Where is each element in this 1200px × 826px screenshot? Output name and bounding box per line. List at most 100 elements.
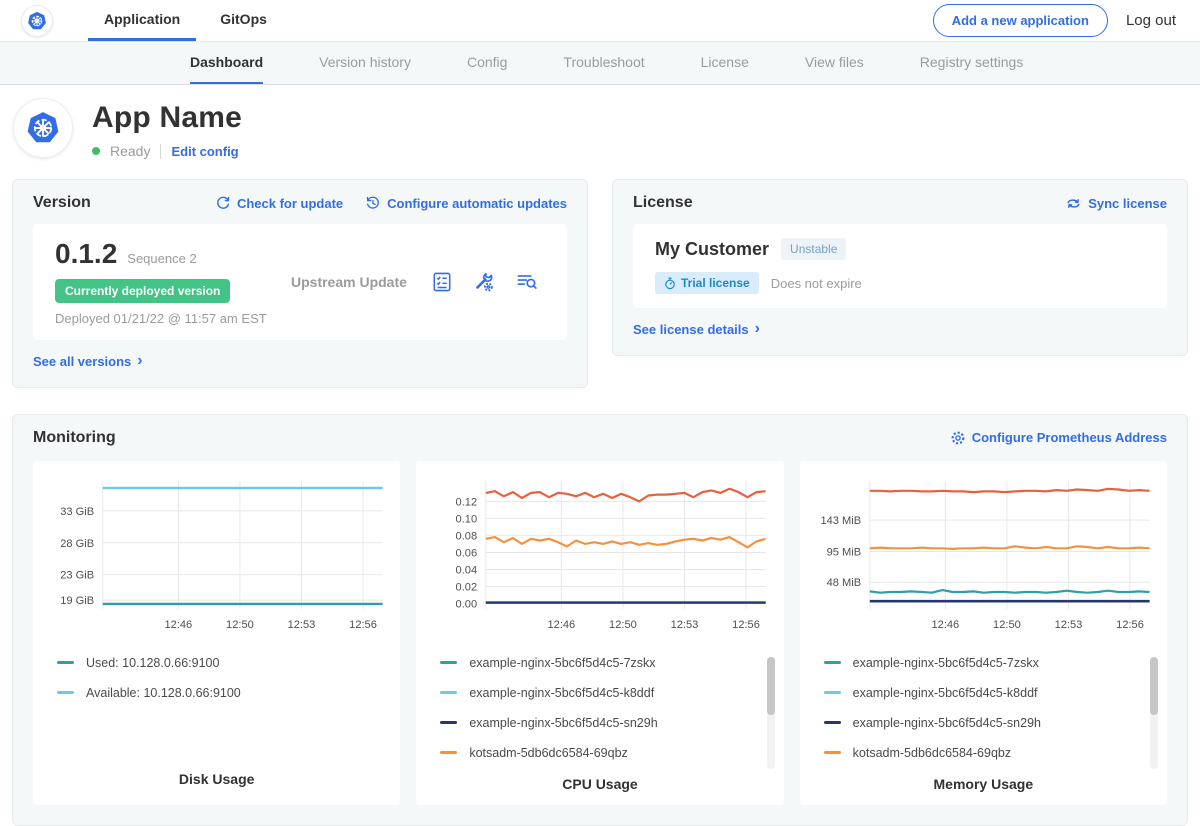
legend-item: kotsadm-5db6dc6584-69qbz xyxy=(824,746,1157,760)
legend-item: example-nginx-5bc6f5d4c5-7zskx xyxy=(824,656,1157,670)
trial-license-badge: Trial license xyxy=(655,272,759,294)
legend-scrollbar[interactable] xyxy=(1150,657,1158,769)
sync-license-link[interactable]: Sync license xyxy=(1065,196,1167,211)
see-all-versions-label: See all versions xyxy=(33,354,131,369)
legend-label: example-nginx-5bc6f5d4c5-sn29h xyxy=(469,716,657,730)
check-for-update-label: Check for update xyxy=(237,196,343,211)
legend-color-dash xyxy=(57,661,74,664)
deploy-logs-icon[interactable] xyxy=(515,271,539,293)
stopwatch-icon xyxy=(664,277,676,290)
legend-color-dash xyxy=(440,751,457,754)
memory-chart-svg: 143 MiB95 MiB48 MiB12:4612:5012:5312:56 xyxy=(810,469,1157,641)
preflight-checklist-icon[interactable] xyxy=(431,271,453,293)
y-axis-tick-label: 0.02 xyxy=(456,581,478,593)
series-line xyxy=(486,537,766,547)
legend-item: kotsadm-5db6dc6584-69qbz xyxy=(440,746,773,760)
tab-config-label: Config xyxy=(467,54,507,70)
top-nav-tabs: Application GitOps xyxy=(88,0,283,41)
tab-view-files[interactable]: View files xyxy=(805,42,864,84)
see-license-details-label: See license details xyxy=(633,322,749,337)
monitoring-title: Monitoring xyxy=(33,429,116,447)
add-new-application-button[interactable]: Add a new application xyxy=(933,4,1108,37)
sync-license-label: Sync license xyxy=(1088,196,1167,211)
y-axis-tick-label: 143 MiB xyxy=(820,515,861,527)
see-license-details-link[interactable]: See license details › xyxy=(633,321,760,337)
tab-version-history[interactable]: Version history xyxy=(319,42,411,84)
series-line xyxy=(869,488,1149,491)
tab-license-label: License xyxy=(701,54,749,70)
clock-refresh-icon xyxy=(365,195,381,211)
sync-arrows-icon xyxy=(1065,196,1082,211)
legend-color-dash xyxy=(440,661,457,664)
cpu-chart-svg: 0.120.100.080.060.040.020.0012:4612:5012… xyxy=(426,469,773,641)
y-axis-tick-label: 0.04 xyxy=(456,564,478,576)
x-axis-tick-label: 12:50 xyxy=(993,618,1021,630)
chevron-right-icon: › xyxy=(755,321,760,337)
license-card-title: License xyxy=(633,194,693,212)
cpu-usage-plot: 0.120.100.080.060.040.020.0012:4612:5012… xyxy=(426,469,773,646)
cards-row: Version Check for update Configure au xyxy=(0,175,1200,388)
currently-deployed-badge: Currently deployed version xyxy=(55,279,230,303)
config-wrench-icon[interactable] xyxy=(473,271,495,293)
legend-item: Used: 10.128.0.66:9100 xyxy=(57,656,390,670)
legend-color-dash xyxy=(824,691,841,694)
y-axis-tick-label: 33 GiB xyxy=(60,505,94,517)
logout-button[interactable]: Log out xyxy=(1126,12,1176,29)
legend-label: kotsadm-5db6dc6584-69qbz xyxy=(853,746,1011,760)
configure-prometheus-link[interactable]: Configure Prometheus Address xyxy=(950,430,1167,446)
legend-label: Used: 10.128.0.66:9100 xyxy=(86,656,219,670)
license-expiry: Does not expire xyxy=(771,276,862,291)
legend-item: example-nginx-5bc6f5d4c5-k8ddf xyxy=(440,686,773,700)
tab-dashboard[interactable]: Dashboard xyxy=(190,42,263,84)
deployed-timestamp: Deployed 01/21/22 @ 11:57 am EST xyxy=(55,311,287,326)
check-for-update-link[interactable]: Check for update xyxy=(215,195,343,211)
legend-scrollbar[interactable] xyxy=(767,657,775,769)
legend-item: example-nginx-5bc6f5d4c5-sn29h xyxy=(824,716,1157,730)
customer-name: My Customer xyxy=(655,239,769,260)
scrollbar-thumb[interactable] xyxy=(1150,657,1158,715)
tab-license[interactable]: License xyxy=(701,42,749,84)
license-panel: My Customer Unstable Trial license Does … xyxy=(633,224,1167,308)
monitoring-section: Monitoring Configure Prometheus Address … xyxy=(12,414,1188,826)
x-axis-tick-label: 12:46 xyxy=(548,618,576,630)
see-all-versions-link[interactable]: See all versions › xyxy=(33,353,143,369)
tab-gitops[interactable]: GitOps xyxy=(204,0,283,41)
legend-label: Available: 10.128.0.66:9100 xyxy=(86,686,241,700)
chevron-right-icon: › xyxy=(137,353,142,369)
status-badge: Ready xyxy=(110,143,150,159)
charts-row: 33 GiB28 GiB23 GiB19 GiB12:4612:5012:531… xyxy=(33,461,1167,805)
page-title: App Name xyxy=(92,101,242,135)
legend-item: example-nginx-5bc6f5d4c5-k8ddf xyxy=(824,686,1157,700)
tab-application-label: Application xyxy=(104,11,180,27)
memory-usage-chart-card: 143 MiB95 MiB48 MiB12:4612:5012:5312:56 … xyxy=(800,461,1167,805)
cpu-usage-chart-card: 0.120.100.080.060.040.020.0012:4612:5012… xyxy=(416,461,783,805)
legend-label: example-nginx-5bc6f5d4c5-7zskx xyxy=(853,656,1039,670)
version-number: 0.1.2 xyxy=(55,238,117,270)
tab-registry-settings[interactable]: Registry settings xyxy=(920,42,1023,84)
memory-usage-legend: example-nginx-5bc6f5d4c5-7zskx example-ng… xyxy=(824,656,1157,776)
tab-application[interactable]: Application xyxy=(88,0,196,41)
tab-config[interactable]: Config xyxy=(467,42,507,84)
legend-label: kotsadm-5db6dc6584-69qbz xyxy=(469,746,627,760)
legend-item: example-nginx-5bc6f5d4c5-sn29h xyxy=(440,716,773,730)
tab-version-history-label: Version history xyxy=(319,54,411,70)
tab-troubleshoot[interactable]: Troubleshoot xyxy=(563,42,644,84)
x-axis-tick-label: 12:53 xyxy=(671,618,699,630)
current-version-panel: 0.1.2 Sequence 2 Currently deployed vers… xyxy=(33,224,567,340)
version-card: Version Check for update Configure au xyxy=(12,179,588,388)
configure-automatic-updates-link[interactable]: Configure automatic updates xyxy=(365,195,567,211)
x-axis-tick-label: 12:56 xyxy=(349,618,377,630)
legend-color-dash xyxy=(440,721,457,724)
x-axis-tick-label: 12:46 xyxy=(931,618,959,630)
scrollbar-thumb[interactable] xyxy=(767,657,775,715)
y-axis-tick-label: 0.10 xyxy=(456,513,478,525)
tab-gitops-label: GitOps xyxy=(220,11,267,27)
y-axis-tick-label: 95 MiB xyxy=(826,546,860,558)
x-axis-tick-label: 12:53 xyxy=(288,618,316,630)
tab-dashboard-label: Dashboard xyxy=(190,54,263,70)
kubernetes-logo xyxy=(22,6,52,36)
chart-title: Memory Usage xyxy=(810,776,1157,796)
edit-config-link[interactable]: Edit config xyxy=(171,144,238,159)
disk-usage-legend: Used: 10.128.0.66:9100 Available: 10.128.… xyxy=(57,656,390,716)
version-sequence: Sequence 2 xyxy=(127,251,196,266)
